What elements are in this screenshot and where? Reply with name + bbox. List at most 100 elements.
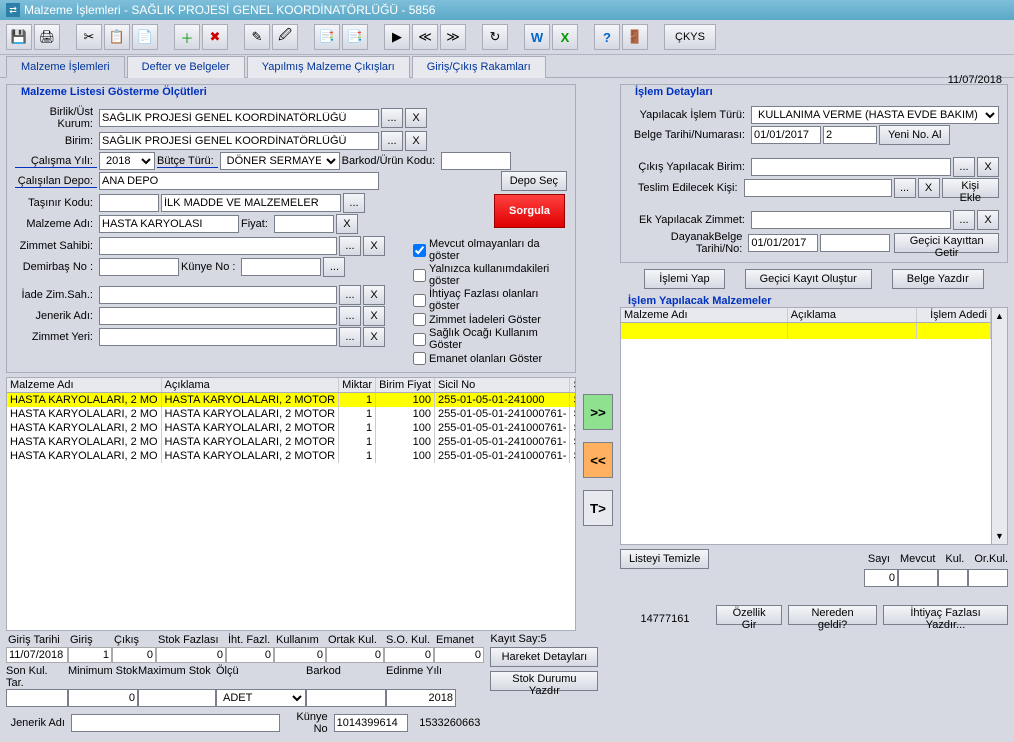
depo-sec-button[interactable]: Depo Seç (501, 171, 567, 191)
chk-mevcut[interactable]: Mevcut olmayanları da göster (413, 238, 569, 262)
ekzimmet-input[interactable] (751, 211, 951, 229)
birim-input[interactable] (99, 132, 379, 150)
iade-lookup[interactable]: ... (339, 285, 361, 305)
move-left-button[interactable]: << (583, 442, 613, 478)
teslim-lookup[interactable]: ... (894, 178, 916, 198)
fiyat-input[interactable] (274, 215, 334, 233)
table-row[interactable]: HASTA KARYOLALARI, 2 MOHASTA KARYOLALARI… (7, 393, 576, 408)
gecicigetir-button[interactable]: Geçici Kayıttan Getir (894, 233, 999, 253)
iade-input[interactable] (99, 286, 337, 304)
add-icon[interactable]: ＋ (174, 24, 200, 50)
table-row[interactable]: HASTA KARYOLALARI, 2 MOHASTA KARYOLALARI… (7, 435, 576, 449)
excel-icon[interactable]: X (552, 24, 578, 50)
tab-malzeme[interactable]: Malzeme İşlemleri (6, 56, 125, 78)
ekzimmet-clear[interactable]: X (977, 210, 999, 230)
doc2-icon[interactable]: 📑 (342, 24, 368, 50)
demirbas-input[interactable] (99, 258, 179, 276)
tasinir-input[interactable] (99, 194, 159, 212)
yil-select[interactable]: 2018 (99, 152, 155, 170)
col-birimfiyat[interactable]: Birim Fiyat (376, 378, 435, 393)
exit-icon[interactable]: 🚪 (622, 24, 648, 50)
table-row[interactable]: HASTA KARYOLALARI, 2 MOHASTA KARYOLALARI… (7, 449, 576, 463)
maxstok-input[interactable] (138, 689, 216, 707)
lbl-butce[interactable]: Bütçe Türü: (157, 155, 218, 168)
copy-icon[interactable]: 📋 (104, 24, 130, 50)
birlik-input[interactable] (99, 109, 379, 127)
col-miktar[interactable]: Miktar (339, 378, 376, 393)
ekzimmet-lookup[interactable]: ... (953, 210, 975, 230)
delete-icon[interactable]: ✖ (202, 24, 228, 50)
first-icon[interactable]: ≪ (412, 24, 438, 50)
jenerik2-input[interactable] (71, 714, 280, 732)
belgeyazdir-button[interactable]: Belge Yazdır (892, 269, 984, 289)
dayanak-no-input[interactable] (820, 234, 890, 252)
move-all-button[interactable]: T> (583, 490, 613, 526)
move-right-button[interactable]: >> (583, 394, 613, 430)
ozellik-button[interactable]: Özellik Gir (716, 605, 782, 625)
tab-giris[interactable]: Giriş/Çıkış Rakamları (412, 56, 546, 78)
col-aciklama[interactable]: Açıklama (161, 378, 339, 393)
rcol-malzeme[interactable]: Malzeme Adı (621, 308, 787, 323)
kunye-lookup[interactable]: ... (323, 257, 345, 277)
paste-icon[interactable]: 📄 (132, 24, 158, 50)
teslim-clear[interactable]: X (918, 178, 940, 198)
kunye2-input[interactable] (334, 714, 408, 732)
jenerik-clear[interactable]: X (363, 306, 385, 326)
lbl-yil[interactable]: Çalışma Yılı: (15, 155, 97, 168)
iade-clear[interactable]: X (363, 285, 385, 305)
lbl-depo[interactable]: Çalışılan Depo: (15, 175, 97, 188)
zimmet-sahibi-input[interactable] (99, 237, 337, 255)
sorgula-button[interactable]: Sorgula (494, 194, 565, 228)
jenerik-lookup[interactable]: ... (339, 306, 361, 326)
cikisbirim-lookup[interactable]: ... (953, 157, 975, 177)
teslim-input[interactable] (744, 179, 892, 197)
table-row[interactable]: HASTA KARYOLALARI, 2 MOHASTA KARYOLALARI… (7, 407, 576, 421)
right-grid[interactable]: Malzeme Adı Açıklama İşlem Adedi (620, 307, 992, 545)
rcol-adet[interactable]: İşlem Adedi (917, 308, 991, 323)
chk-kullanim[interactable]: Yalnızca kullanımdakileri göster (413, 263, 569, 287)
zimmetyeri-lookup[interactable]: ... (339, 327, 361, 347)
cut-icon[interactable]: ✂ (76, 24, 102, 50)
tab-defter[interactable]: Defter ve Belgeler (127, 56, 245, 78)
zimmet-yeri-input[interactable] (99, 328, 337, 346)
tasinir-kat[interactable] (161, 194, 341, 212)
zimmetyeri-clear[interactable]: X (363, 327, 385, 347)
chk-ihtiyac[interactable]: İhtiyaç Fazlası olanları göster (413, 288, 569, 312)
scroll-up-icon[interactable]: ▲ (992, 308, 1007, 324)
edit-icon[interactable]: ✎ (244, 24, 270, 50)
islemiyap-button[interactable]: İşlemi Yap (644, 269, 724, 289)
islemturu-select[interactable]: KULLANIMA VERME (HASTA EVDE BAKIM) (751, 106, 999, 124)
listeyi-temizle-button[interactable]: Listeyi Temizle (620, 549, 709, 569)
last-icon[interactable]: ≫ (440, 24, 466, 50)
cikisbirim-clear[interactable]: X (977, 157, 999, 177)
scroll-down-icon[interactable]: ▼ (992, 528, 1007, 544)
sonkul-input[interactable] (6, 689, 68, 707)
butce-select[interactable]: DÖNER SERMAYE (220, 152, 340, 170)
dayanak-tarih-input[interactable] (748, 234, 818, 252)
rcol-aciklama[interactable]: Açıklama (787, 308, 916, 323)
scrollbar[interactable]: ▲ ▼ (992, 307, 1008, 545)
nereden-button[interactable]: Nereden geldi? (788, 605, 877, 625)
save-icon[interactable]: 💾 (6, 24, 32, 50)
table-row[interactable]: HASTA KARYOLALARI, 2 MOHASTA KARYOLALARI… (7, 421, 576, 435)
col-malzeme[interactable]: Malzeme Adı (7, 378, 161, 393)
belge-tarih-input[interactable] (751, 126, 821, 144)
minstok-input[interactable] (68, 689, 138, 707)
ihtiyac-button[interactable]: İhtiyaç Fazlası Yazdır... (883, 605, 1008, 625)
birim-lookup[interactable]: ... (381, 131, 403, 151)
tab-cikis[interactable]: Yapılmış Malzeme Çıkışları (247, 56, 410, 78)
clear-icon[interactable]: 🖉 (272, 24, 298, 50)
cikisbirim-input[interactable] (751, 158, 951, 176)
jenerik-input[interactable] (99, 307, 337, 325)
depo-input[interactable] (99, 172, 379, 190)
right-selected-row[interactable] (621, 323, 991, 339)
birlik-clear[interactable]: X (405, 108, 427, 128)
doc1-icon[interactable]: 📑 (314, 24, 340, 50)
kunye-input[interactable] (241, 258, 321, 276)
birlik-lookup[interactable]: ... (381, 108, 403, 128)
malzeme-input[interactable] (99, 215, 239, 233)
exec-icon[interactable]: ▶ (384, 24, 410, 50)
birim-clear[interactable]: X (405, 131, 427, 151)
chk-emanet[interactable]: Emanet olanları Göster (413, 352, 569, 365)
help-icon[interactable]: ? (594, 24, 620, 50)
